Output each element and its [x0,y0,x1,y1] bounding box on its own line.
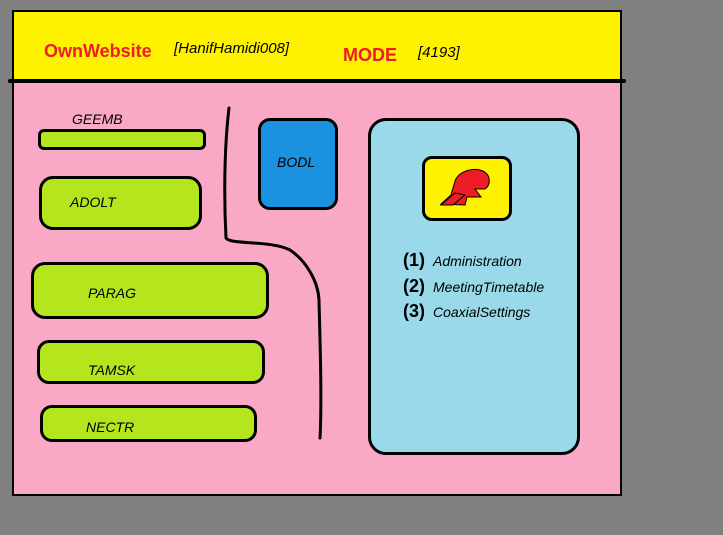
section-divider [223,106,323,440]
menu-item-label: Administration [433,253,522,269]
red-swoosh-logo-icon[interactable] [422,156,512,221]
bodl-button[interactable]: BODL [258,118,338,210]
menu-item-number: (1) [403,250,425,270]
menu-item-number: (3) [403,301,425,321]
menu-item-coaxial-settings[interactable]: (3) CoaxialSettings [403,301,530,322]
menu-item-label: CoaxialSettings [433,304,531,320]
menu-item-label: MeetingTimetable [433,279,545,295]
menu-item-administration[interactable]: (1) Administration [403,250,522,271]
bodl-button-label: BODL [277,154,316,170]
menu-item-number: (2) [403,276,425,296]
menu-item-meeting-timetable[interactable]: (2) MeetingTimetable [403,276,544,297]
